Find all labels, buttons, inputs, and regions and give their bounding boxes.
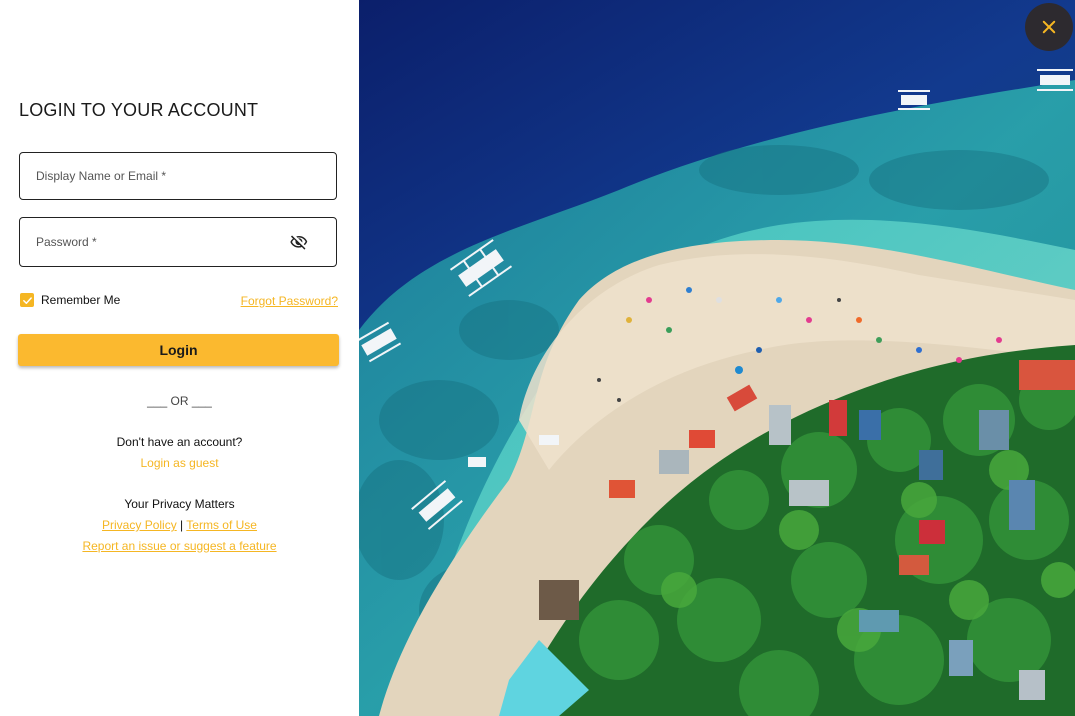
link-separator: | — [180, 518, 184, 532]
privacy-policy-link[interactable]: Privacy Policy — [102, 518, 177, 532]
login-title: LOGIN TO YOUR ACCOUNT — [19, 100, 259, 120]
remember-me[interactable]: Remember Me — [20, 293, 120, 307]
forgot-password-link[interactable]: Forgot Password? — [241, 294, 338, 308]
login-panel: LOGIN TO YOUR ACCOUNT Remember Me Forgot… — [0, 0, 359, 716]
or-divider: ___ OR ___ — [147, 394, 212, 408]
email-field[interactable] — [19, 152, 337, 200]
email-input[interactable] — [20, 153, 336, 199]
eye-off-icon[interactable] — [290, 233, 308, 251]
privacy-title: Your Privacy Matters — [124, 497, 235, 511]
close-icon — [1042, 20, 1056, 34]
terms-of-use-link[interactable]: Terms of Use — [186, 518, 257, 532]
hero-image — [359, 0, 1075, 716]
remember-me-label: Remember Me — [41, 293, 121, 307]
no-account-text: Don't have an account? — [116, 435, 243, 449]
check-icon[interactable] — [20, 293, 34, 307]
close-button[interactable] — [1025, 3, 1073, 51]
login-button[interactable]: Login — [18, 334, 339, 366]
password-field[interactable] — [19, 217, 337, 267]
report-issue-link[interactable]: Report an issue or suggest a feature — [82, 539, 276, 553]
policy-links: Privacy Policy | Terms of Use — [0, 518, 359, 532]
login-page: LOGIN TO YOUR ACCOUNT Remember Me Forgot… — [0, 0, 1075, 716]
report-issue: Report an issue or suggest a feature — [0, 539, 359, 553]
aerial-beach-image — [359, 0, 1075, 716]
password-input[interactable] — [20, 218, 336, 266]
login-as-guest-link[interactable]: Login as guest — [0, 456, 359, 470]
